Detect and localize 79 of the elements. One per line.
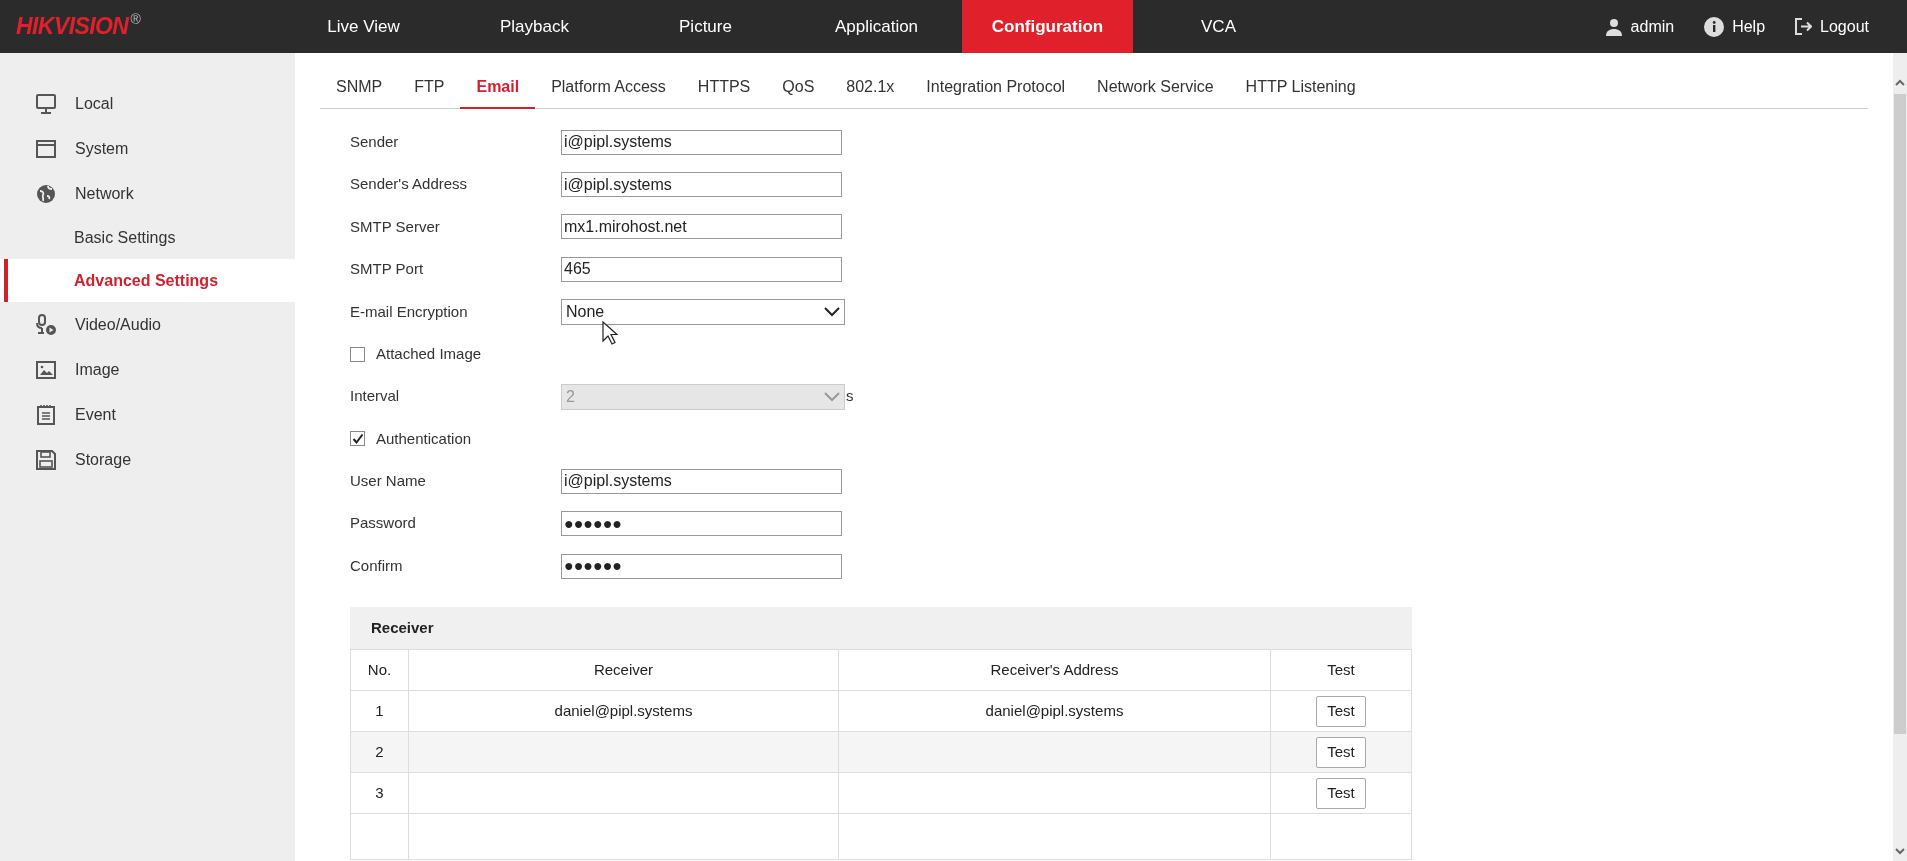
tab[interactable]: FTP xyxy=(398,75,461,109)
nav-tab[interactable]: VCA xyxy=(1133,0,1304,53)
scroll-down-icon[interactable] xyxy=(1895,848,1905,855)
test-button[interactable]: Test xyxy=(1316,695,1366,727)
sidebar-item[interactable]: Network xyxy=(0,171,295,216)
sidebar-item[interactable]: Event xyxy=(0,392,295,437)
tab[interactable]: Email xyxy=(460,75,536,109)
field-label: Interval xyxy=(350,386,401,407)
registered-mark: ® xyxy=(130,10,141,28)
nav-tab[interactable]: Picture xyxy=(620,0,791,53)
field-label: E-mail Encryption xyxy=(350,301,469,322)
chevron-down-icon xyxy=(824,391,840,402)
dropdown[interactable]: None xyxy=(561,298,845,325)
sidebar-item[interactable]: Video/Audio xyxy=(0,302,295,347)
column-header: Test xyxy=(1270,649,1412,691)
tab[interactable]: SNMP xyxy=(320,75,399,109)
logout-icon xyxy=(1795,18,1813,35)
table-cell: 3 xyxy=(350,772,409,814)
field-label: User Name xyxy=(350,471,427,492)
calendar-icon xyxy=(35,403,57,426)
window-icon xyxy=(35,137,57,160)
logout-link[interactable]: Logout xyxy=(1820,14,1869,39)
checkbox-label: Attached Image xyxy=(376,343,482,364)
test-button[interactable]: Test xyxy=(1316,736,1366,768)
monitor-icon xyxy=(35,92,57,115)
sidebar-item[interactable]: Storage xyxy=(0,437,295,482)
input-field[interactable]: ●●●●●● xyxy=(561,511,842,537)
tab[interactable]: HTTP Listening xyxy=(1229,75,1372,109)
sidebar-item[interactable]: Image xyxy=(0,347,295,392)
table-cell: daniel@pipl.systems xyxy=(838,690,1271,732)
user-icon xyxy=(1604,17,1623,36)
field-label: SMTP Server xyxy=(350,216,441,237)
table-cell: 2 xyxy=(350,731,409,773)
test-button[interactable]: Test xyxy=(1316,777,1366,809)
tab[interactable]: Network Service xyxy=(1081,75,1230,109)
tab[interactable]: Platform Access xyxy=(535,75,682,109)
checkbox[interactable] xyxy=(350,431,365,447)
mouse-cursor-icon xyxy=(602,321,618,345)
scroll-up-icon[interactable] xyxy=(1895,79,1905,86)
image-icon xyxy=(35,358,57,381)
nav-tab[interactable]: Application xyxy=(791,0,962,53)
nav-tab[interactable]: Playback xyxy=(449,0,620,53)
field-label: Sender's Address xyxy=(350,174,469,195)
sidebar-subitem[interactable]: Advanced Settings xyxy=(0,259,295,302)
tab[interactable]: QoS xyxy=(766,75,831,109)
column-header: Receiver's Address xyxy=(838,649,1271,691)
tab[interactable]: HTTPS xyxy=(681,75,767,109)
info-icon xyxy=(1704,16,1725,37)
input-field[interactable]: mx1.mirohost.net xyxy=(561,214,842,240)
logo: HIKVISION xyxy=(16,12,129,42)
sidebar-item[interactable]: System xyxy=(0,126,295,171)
column-header: Receiver xyxy=(408,649,839,691)
field-label: SMTP Port xyxy=(350,259,425,280)
tab[interactable]: Integration Protocol xyxy=(910,75,1082,109)
unit-label: s xyxy=(846,386,854,407)
input-field[interactable]: i@pipl.systems xyxy=(561,468,842,494)
input-field[interactable]: ●●●●●● xyxy=(561,553,842,579)
column-header: No. xyxy=(350,649,409,691)
sidebar-item[interactable]: Local xyxy=(0,81,295,126)
checkbox-label: Authentication xyxy=(376,428,472,449)
nav-tab[interactable]: Configuration xyxy=(962,0,1133,53)
input-field[interactable]: i@pipl.systems xyxy=(561,172,842,198)
microphone-icon xyxy=(35,313,57,336)
globe-icon xyxy=(35,182,57,205)
table-cell: daniel@pipl.systems xyxy=(408,690,839,732)
help-link[interactable]: Help xyxy=(1732,14,1766,39)
section-title: Receiver xyxy=(371,618,434,639)
nav-tab[interactable]: Live View xyxy=(278,0,449,53)
username[interactable]: admin xyxy=(1630,14,1675,39)
field-label: Sender xyxy=(350,131,400,152)
table-cell: 1 xyxy=(350,690,409,732)
input-field[interactable]: i@pipl.systems xyxy=(561,129,842,155)
chevron-down-icon xyxy=(824,306,840,317)
tab[interactable]: 802.1x xyxy=(830,75,911,109)
checkbox[interactable] xyxy=(350,346,365,362)
field-label: Confirm xyxy=(350,555,404,576)
sidebar-subitem[interactable]: Basic Settings xyxy=(0,216,295,259)
input-field[interactable]: 465 xyxy=(561,256,842,282)
field-label: Password xyxy=(350,513,417,534)
